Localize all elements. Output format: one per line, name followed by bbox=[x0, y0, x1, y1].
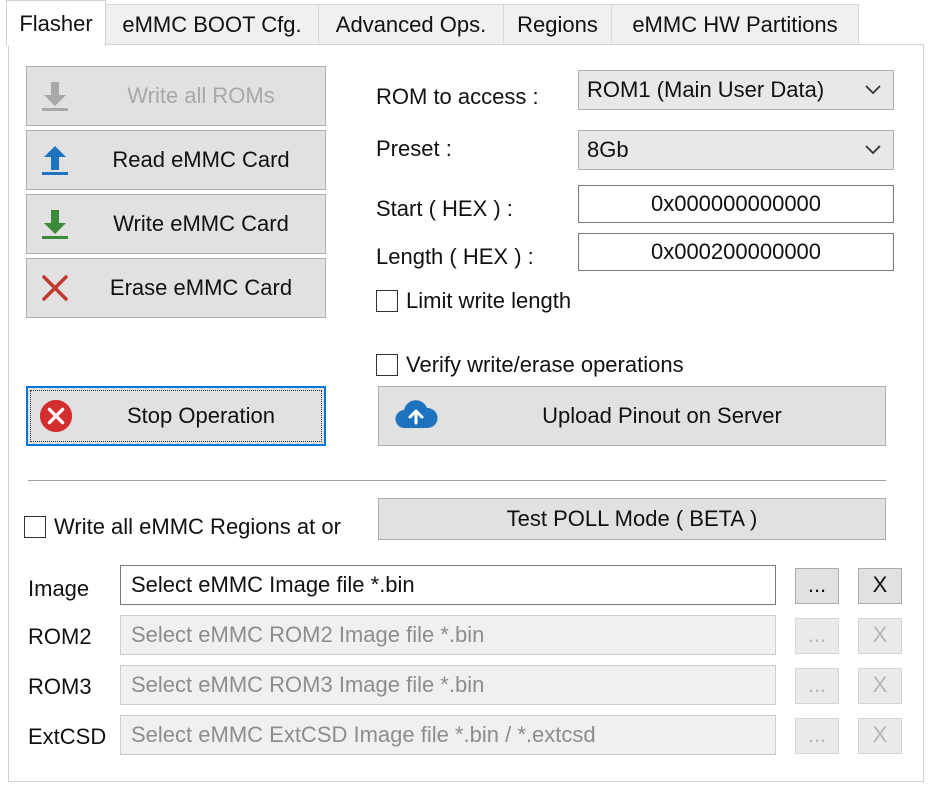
rom-to-access-label: ROM to access : bbox=[376, 84, 539, 109]
tab-advanced-ops[interactable]: Advanced Ops. bbox=[318, 4, 504, 44]
upload-arrow-icon bbox=[37, 142, 73, 178]
length-hex-input[interactable]: 0x000200000000 bbox=[578, 233, 894, 271]
extcsd-browse-button[interactable]: ... bbox=[795, 718, 839, 754]
image-file-input[interactable]: Select eMMC Image file *.bin bbox=[120, 565, 776, 605]
upload-pinout-label: Upload Pinout on Server bbox=[542, 403, 782, 428]
rom3-browse-button[interactable]: ... bbox=[795, 668, 839, 704]
extcsd-clear-button[interactable]: X bbox=[858, 718, 902, 754]
read-emmc-label: Read eMMC Card bbox=[112, 147, 290, 172]
tab-emmc-hw-partitions[interactable]: eMMC HW Partitions bbox=[611, 4, 859, 44]
read-emmc-button[interactable]: Read eMMC Card bbox=[26, 130, 326, 190]
preset-select[interactable]: 8Gb bbox=[578, 130, 894, 170]
rom3-label: ROM3 bbox=[28, 674, 92, 699]
tab-regions[interactable]: Regions bbox=[503, 4, 612, 44]
start-hex-input[interactable]: 0x000000000000 bbox=[578, 185, 894, 223]
preset-value: 8Gb bbox=[587, 137, 629, 162]
checkbox-box[interactable] bbox=[376, 290, 398, 312]
start-hex-label: Start ( HEX ) : bbox=[376, 196, 513, 221]
test-poll-mode-label: Test POLL Mode ( BETA ) bbox=[506, 506, 758, 531]
rom-to-access-select[interactable]: ROM1 (Main User Data) bbox=[578, 70, 894, 110]
download-arrow-icon bbox=[37, 206, 73, 242]
section-divider bbox=[28, 480, 886, 481]
checkbox-box[interactable] bbox=[24, 516, 46, 538]
image-clear-button[interactable]: X bbox=[858, 568, 902, 604]
write-all-regions-checkbox[interactable]: Write all eMMC Regions at or bbox=[24, 514, 362, 540]
preset-label: Preset : bbox=[376, 136, 452, 161]
write-all-regions-label: Write all eMMC Regions at or bbox=[54, 514, 341, 539]
cloud-upload-icon bbox=[393, 398, 439, 434]
tab-emmc-boot-cfg[interactable]: eMMC BOOT Cfg. bbox=[105, 4, 319, 44]
download-arrow-icon bbox=[37, 78, 73, 114]
tab-flasher[interactable]: Flasher bbox=[6, 0, 106, 46]
rom-to-access-value: ROM1 (Main User Data) bbox=[587, 77, 825, 102]
x-icon bbox=[37, 270, 73, 306]
rom3-clear-button[interactable]: X bbox=[858, 668, 902, 704]
rom2-file-input[interactable]: Select eMMC ROM2 Image file *.bin bbox=[120, 615, 776, 655]
image-browse-button[interactable]: ... bbox=[795, 568, 839, 604]
stop-operation-button[interactable]: Stop Operation bbox=[26, 386, 326, 446]
erase-emmc-label: Erase eMMC Card bbox=[109, 275, 293, 300]
stop-operation-label: Stop Operation bbox=[127, 403, 275, 428]
limit-write-length-label: Limit write length bbox=[406, 288, 572, 313]
chevron-down-icon bbox=[863, 131, 883, 169]
write-emmc-button[interactable]: Write eMMC Card bbox=[26, 194, 326, 254]
write-emmc-label: Write eMMC Card bbox=[113, 211, 289, 236]
verify-operations-checkbox[interactable]: Verify write/erase operations bbox=[376, 352, 684, 378]
rom2-label: ROM2 bbox=[28, 624, 92, 649]
test-poll-mode-button[interactable]: Test POLL Mode ( BETA ) bbox=[378, 498, 886, 540]
chevron-down-icon bbox=[863, 71, 883, 109]
write-all-roms-button[interactable]: Write all ROMs bbox=[26, 66, 326, 126]
rom3-file-input[interactable]: Select eMMC ROM3 Image file *.bin bbox=[120, 665, 776, 705]
rom2-clear-button[interactable]: X bbox=[858, 618, 902, 654]
extcsd-label: ExtCSD bbox=[28, 724, 107, 749]
image-label: Image bbox=[28, 576, 90, 601]
tab-bar: Flasher eMMC BOOT Cfg. Advanced Ops. Reg… bbox=[0, 0, 932, 46]
write-all-roms-label: Write all ROMs bbox=[127, 83, 275, 108]
limit-write-length-checkbox[interactable]: Limit write length bbox=[376, 288, 571, 314]
upload-pinout-button[interactable]: Upload Pinout on Server bbox=[378, 386, 886, 446]
extcsd-file-input[interactable]: Select eMMC ExtCSD Image file *.bin / *.… bbox=[120, 715, 776, 755]
erase-emmc-button[interactable]: Erase eMMC Card bbox=[26, 258, 326, 318]
rom2-browse-button[interactable]: ... bbox=[795, 618, 839, 654]
stop-circle-icon bbox=[38, 398, 74, 434]
checkbox-box[interactable] bbox=[376, 354, 398, 376]
verify-operations-label: Verify write/erase operations bbox=[406, 352, 684, 377]
length-hex-label: Length ( HEX ) : bbox=[376, 244, 534, 269]
